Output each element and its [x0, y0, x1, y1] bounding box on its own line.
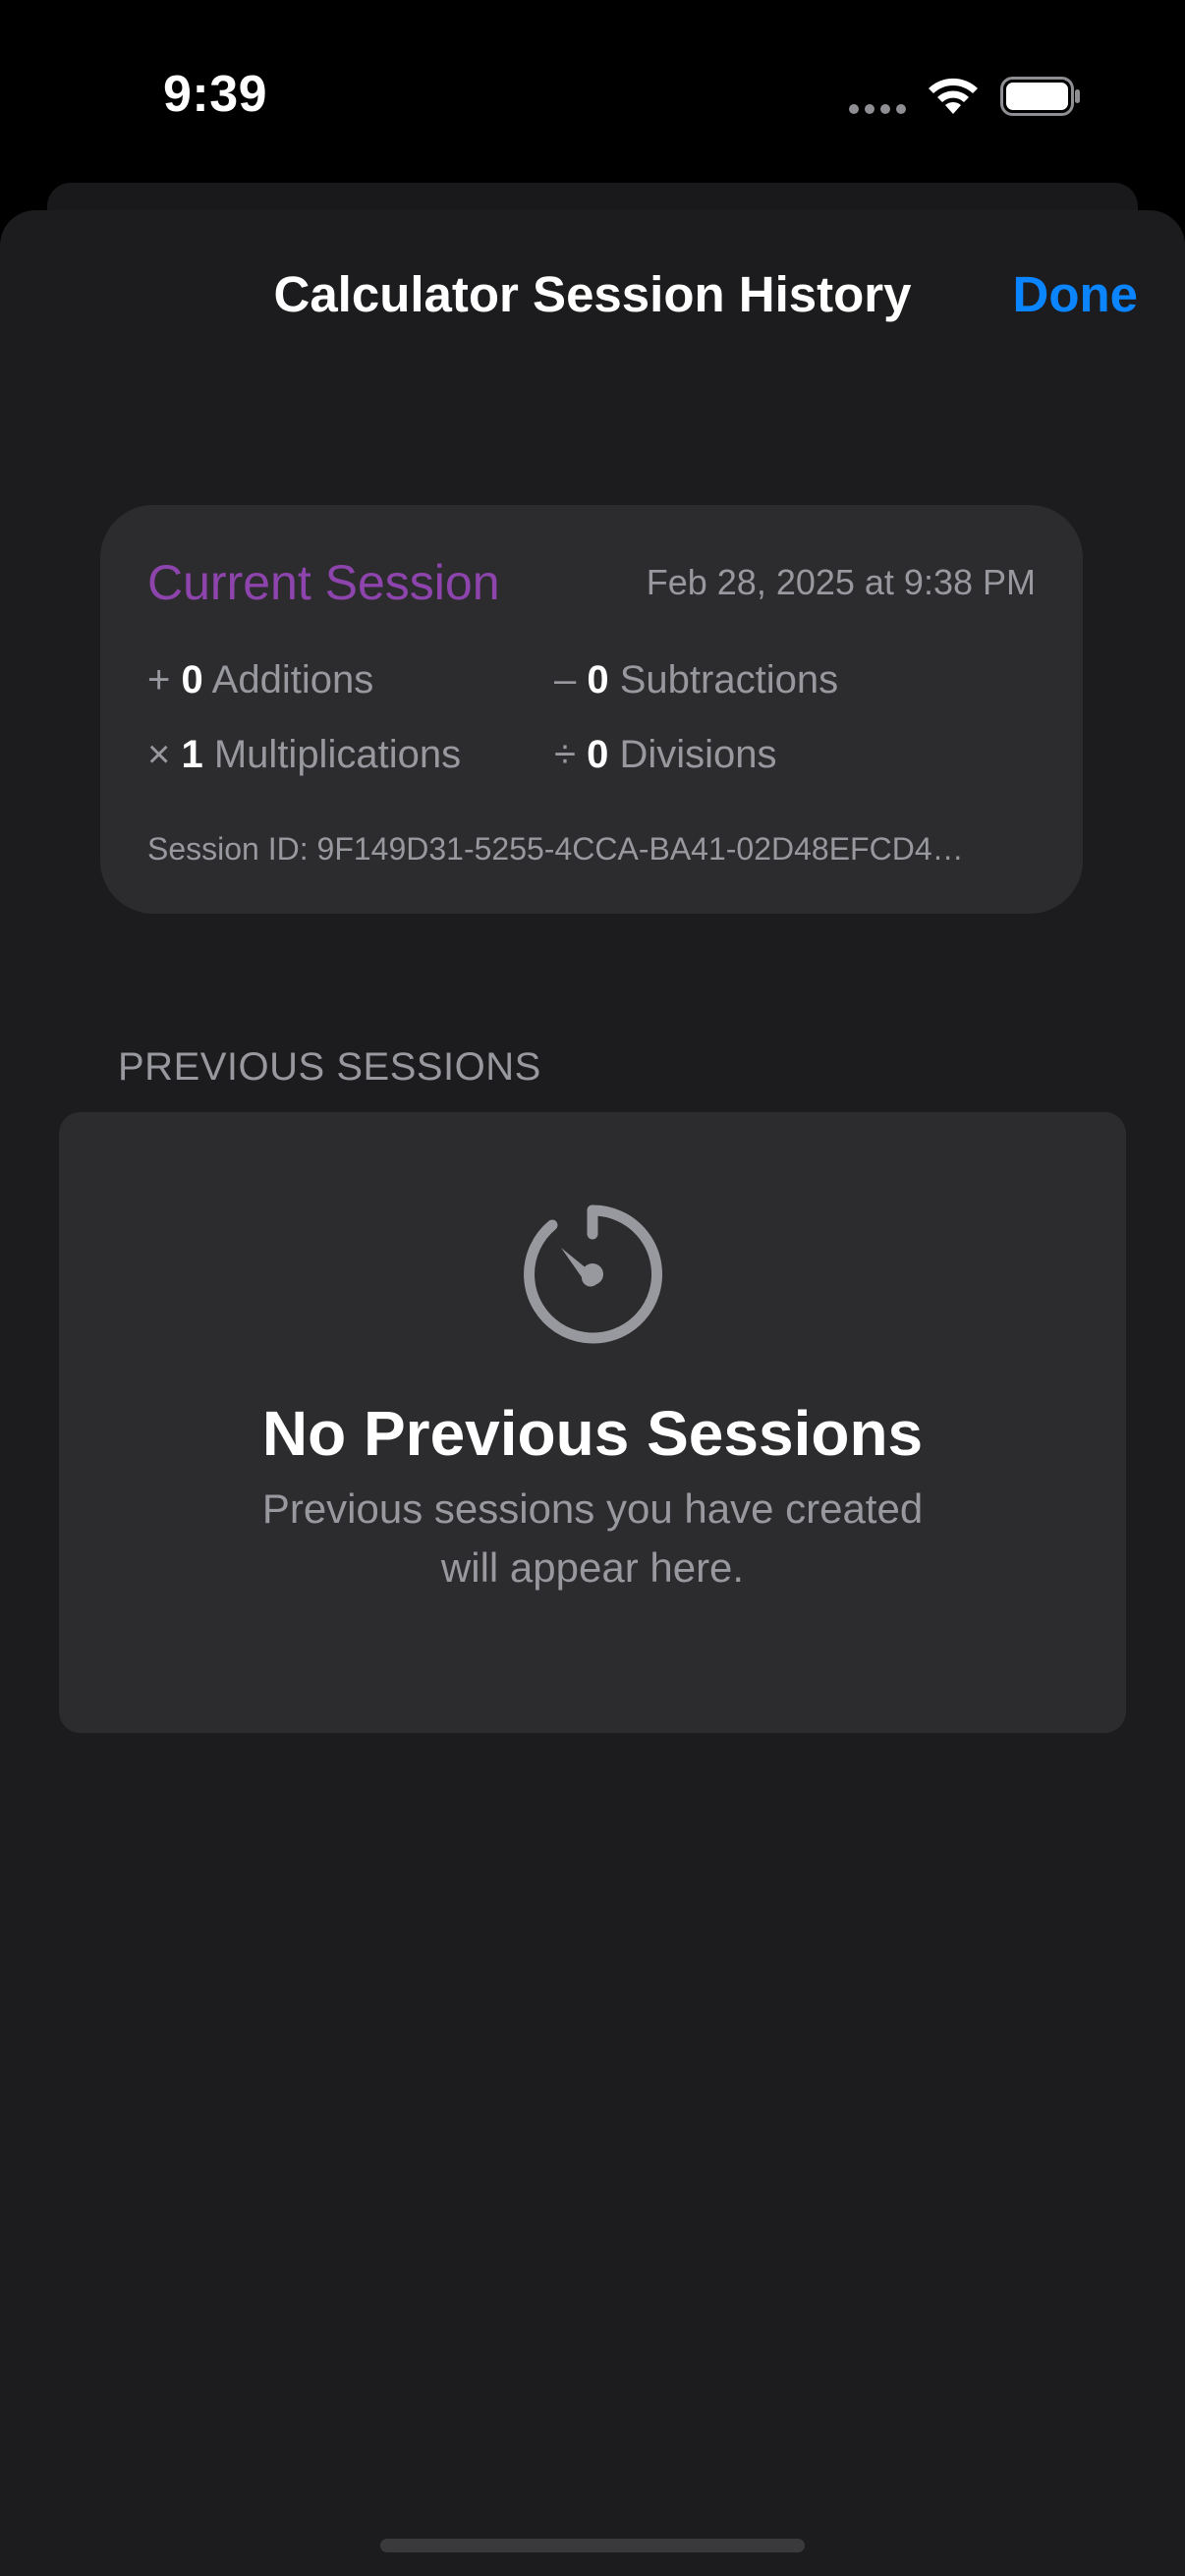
status-bar: 9:39	[0, 0, 1185, 187]
stat-divisions: ÷ 0 Divisions	[554, 733, 777, 777]
multiplications-count: 1	[181, 733, 203, 776]
history-sheet: Calculator Session History Done Current …	[0, 210, 1185, 2576]
additions-label: Additions	[211, 658, 374, 701]
plus-symbol: +	[147, 658, 171, 701]
current-session-card: Current Session Feb 28, 2025 at 9:38 PM …	[100, 505, 1083, 914]
done-button[interactable]: Done	[1013, 265, 1139, 323]
times-symbol: ×	[147, 733, 171, 776]
status-time: 9:39	[163, 66, 268, 123]
stat-multiplications: × 1 Multiplications	[147, 733, 461, 777]
empty-state-subtitle: Previous sessions you have created will …	[261, 1485, 924, 1591]
timer-icon	[524, 1204, 662, 1344]
divisions-label: Divisions	[619, 733, 777, 776]
home-indicator[interactable]	[380, 2539, 805, 2552]
previous-sessions-header: PREVIOUS SESSIONS	[118, 1045, 541, 1089]
session-id: Session ID: 9F149D31-5255-4CCA-BA41-02D4…	[147, 831, 964, 867]
divisions-count: 0	[587, 733, 609, 776]
empty-state-title: No Previous Sessions	[261, 1398, 924, 1469]
current-session-title: Current Session	[147, 555, 500, 610]
additions-count: 0	[181, 658, 203, 701]
subtractions-count: 0	[587, 658, 609, 701]
minus-symbol: –	[554, 658, 577, 701]
divide-symbol: ÷	[554, 733, 576, 776]
battery-icon	[1000, 77, 1080, 116]
stat-subtractions: – 0 Subtractions	[554, 658, 838, 702]
nav-title: Calculator Session History	[273, 266, 912, 322]
stat-additions: + 0 Additions	[147, 658, 373, 702]
cellular-signal-icon	[849, 104, 906, 114]
previous-sessions-empty-state: No Previous Sessions Previous sessions y…	[59, 1112, 1126, 1733]
current-session-date: Feb 28, 2025 at 9:38 PM	[646, 562, 1036, 602]
subtractions-label: Subtractions	[619, 658, 839, 701]
screen: 9:39 Calculator Session History Done Cur…	[0, 0, 1185, 2576]
wifi-icon	[929, 78, 978, 114]
multiplications-label: Multiplications	[213, 733, 462, 776]
